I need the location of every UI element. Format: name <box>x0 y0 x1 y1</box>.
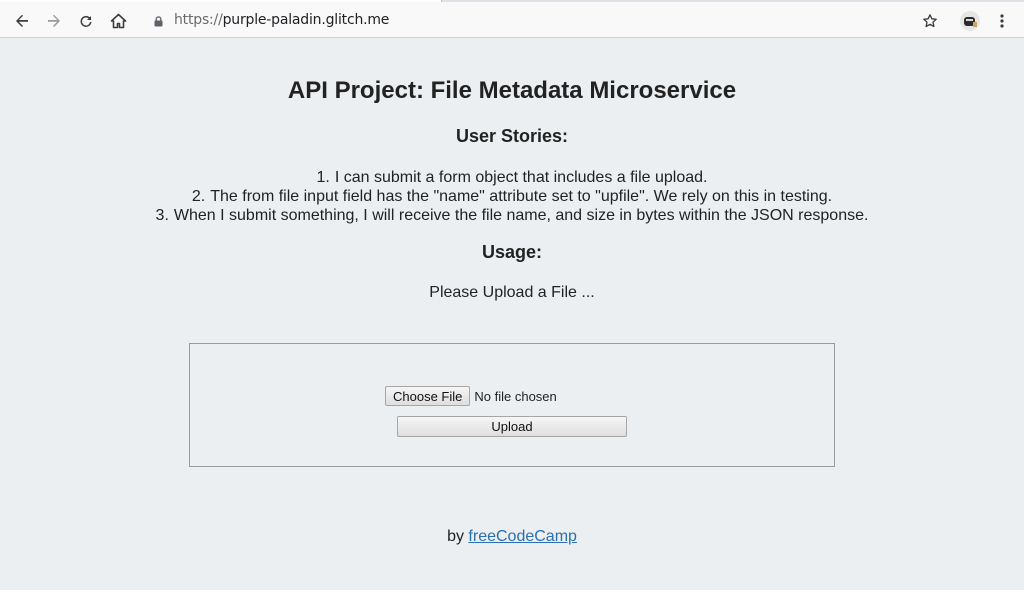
address-bar[interactable]: https://purple-paladin.glitch.me <box>148 6 948 34</box>
avatar[interactable] <box>960 11 980 31</box>
footer-by-text: by <box>447 528 469 545</box>
forward-icon[interactable] <box>41 8 67 34</box>
list-item-text: The from file input field has the "name"… <box>210 188 833 205</box>
url-scheme: https:// <box>174 12 223 28</box>
freecodecamp-link[interactable]: freeCodeCamp <box>468 528 577 545</box>
page-title: API Project: File Metadata Microservice <box>287 77 737 104</box>
url-text: https://purple-paladin.glitch.me <box>174 12 389 28</box>
usage-text: Please Upload a File ... <box>429 284 595 301</box>
file-input[interactable]: Choose File No file chosen <box>385 386 557 406</box>
list-item-number: 2. <box>191 188 206 205</box>
list-item-text: I can submit a form object that includes… <box>334 169 708 186</box>
choose-file-button[interactable]: Choose File <box>385 386 471 406</box>
list-item-text: When I submit something, I will receive … <box>173 207 869 224</box>
list-item: 3. When I submit something, I will receiv… <box>0 206 1024 225</box>
list-item: 2. The from file input field has the "nam… <box>0 187 1024 206</box>
file-status: No file chosen <box>474 388 557 404</box>
page-content: API Project: File Metadata Microservice … <box>0 39 1024 590</box>
back-icon[interactable] <box>9 8 35 34</box>
list-item-number: 3. <box>155 207 169 224</box>
lock-icon <box>154 14 163 32</box>
upload-button[interactable]: Upload <box>397 416 627 437</box>
list-item-number: 1. <box>316 169 330 186</box>
home-icon[interactable] <box>105 8 131 34</box>
user-stories-heading: User Stories: <box>455 126 569 146</box>
reload-icon[interactable] <box>73 8 99 34</box>
url-host: purple-paladin.glitch.me <box>222 12 390 28</box>
menu-icon[interactable] <box>989 8 1015 34</box>
upload-form: Choose File No file chosen Upload <box>189 343 835 467</box>
star-icon[interactable] <box>917 8 943 34</box>
usage-heading: Usage: <box>481 242 543 262</box>
browser-toolbar: https://purple-paladin.glitch.me <box>0 2 1024 38</box>
list-item: 1. I can submit a form object that includ… <box>0 168 1024 187</box>
user-stories-list: 1. I can submit a form object that includ… <box>0 168 1024 225</box>
footer: by freeCodeCamp <box>0 528 1024 546</box>
